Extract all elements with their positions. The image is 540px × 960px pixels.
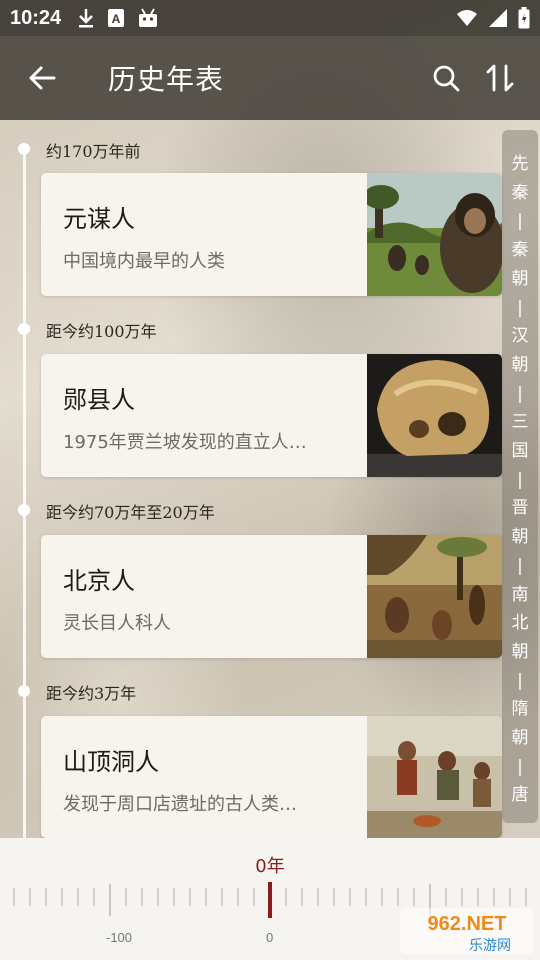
card-description: 灵长目人科人 xyxy=(63,613,171,634)
sort-button[interactable] xyxy=(480,58,520,98)
index-char[interactable]: 隋 xyxy=(512,695,529,724)
status-time: 10:24 xyxy=(10,6,62,29)
index-separator: | xyxy=(517,756,523,777)
search-button[interactable] xyxy=(426,58,466,98)
timeline-dot xyxy=(18,143,30,155)
download-icon xyxy=(79,9,94,28)
battery-icon xyxy=(518,7,530,29)
index-char[interactable]: 朝 xyxy=(512,265,529,294)
timeline-card-shandingdong[interactable]: 山顶洞人 发现于周口店遗址的古人类… xyxy=(41,716,502,838)
index-char[interactable]: 汉 xyxy=(512,322,529,351)
ruler-label-zero: 0 xyxy=(266,930,274,945)
a-badge-icon: A xyxy=(108,9,125,27)
index-separator: | xyxy=(517,670,523,691)
app-bar: 历史年表 xyxy=(0,36,540,120)
card-title: 北京人 xyxy=(63,567,135,595)
index-separator: | xyxy=(517,211,523,232)
arrow-left-icon xyxy=(29,66,56,90)
sort-icon xyxy=(486,64,514,92)
wifi-icon xyxy=(457,10,477,26)
era-label: 距今约70万年至20万年 xyxy=(46,503,215,522)
timeline-card-beijing[interactable]: 北京人 灵长目人科人 xyxy=(41,535,502,658)
card-image-beijing xyxy=(367,535,502,658)
index-char[interactable]: 晋 xyxy=(512,494,529,523)
timeline-card-yuanmou[interactable]: 元谋人 中国境内最早的人类 xyxy=(41,173,502,296)
index-char[interactable]: 朝 xyxy=(512,523,529,552)
index-char[interactable]: 朝 xyxy=(512,638,529,667)
index-separator: | xyxy=(517,555,523,576)
page-title: 历史年表 xyxy=(108,63,225,96)
era-label: 距今约100万年 xyxy=(46,322,157,341)
card-description: 发现于周口店遗址的古人类… xyxy=(63,794,297,815)
card-title: 郧县人 xyxy=(63,386,135,414)
card-description: 中国境内最早的人类 xyxy=(63,251,225,272)
index-char[interactable]: 先 xyxy=(512,150,529,179)
index-char[interactable]: 朝 xyxy=(512,351,529,380)
dynasty-index[interactable]: 先秦 | 秦朝 | 汉朝 | 三国 | 晋朝 | 南北朝 | 隋朝 | 唐 xyxy=(502,130,538,823)
timeline-dot xyxy=(18,504,30,516)
card-image-yunxian xyxy=(367,354,502,477)
index-separator: | xyxy=(517,297,523,318)
status-bar: 10:24 A xyxy=(0,0,540,36)
timeline-line xyxy=(23,148,26,838)
search-icon xyxy=(433,65,460,92)
timeline-dot xyxy=(18,323,30,335)
card-image-shandingdong xyxy=(367,716,502,838)
svg-text:A: A xyxy=(112,12,121,26)
index-char[interactable]: 秦 xyxy=(512,236,529,265)
ruler-label-minus-100: -100 xyxy=(106,930,133,945)
timeline-card-yunxian[interactable]: 郧县人 1975年贾兰坡发现的直立人… xyxy=(41,354,502,477)
card-title: 元谋人 xyxy=(63,205,135,233)
timeline-dot xyxy=(18,685,30,697)
card-description: 1975年贾兰坡发现的直立人… xyxy=(63,432,307,453)
card-title: 山顶洞人 xyxy=(63,748,159,776)
signal-icon xyxy=(489,9,507,27)
index-char[interactable]: 南 xyxy=(512,581,529,610)
ruler-indicator xyxy=(268,882,272,918)
index-separator: | xyxy=(517,383,523,404)
svg-text:乐游网: 乐游网 xyxy=(469,938,511,954)
era-label: 约170万年前 xyxy=(46,142,141,161)
index-char[interactable]: 国 xyxy=(512,437,529,466)
svg-text:962.NET: 962.NET xyxy=(428,913,507,935)
index-separator: | xyxy=(517,469,523,490)
android-icon xyxy=(139,8,158,27)
index-char[interactable]: 朝 xyxy=(512,724,529,753)
back-button[interactable] xyxy=(22,58,62,98)
watermark-logo: 962.NET 乐游网 xyxy=(400,908,534,954)
index-char[interactable]: 三 xyxy=(512,408,529,437)
index-char[interactable]: 秦 xyxy=(512,179,529,208)
era-label: 距今约3万年 xyxy=(46,684,137,703)
index-char[interactable]: 北 xyxy=(512,609,529,638)
index-char[interactable]: 唐 xyxy=(512,781,529,810)
card-image-yuanmou xyxy=(367,173,502,296)
